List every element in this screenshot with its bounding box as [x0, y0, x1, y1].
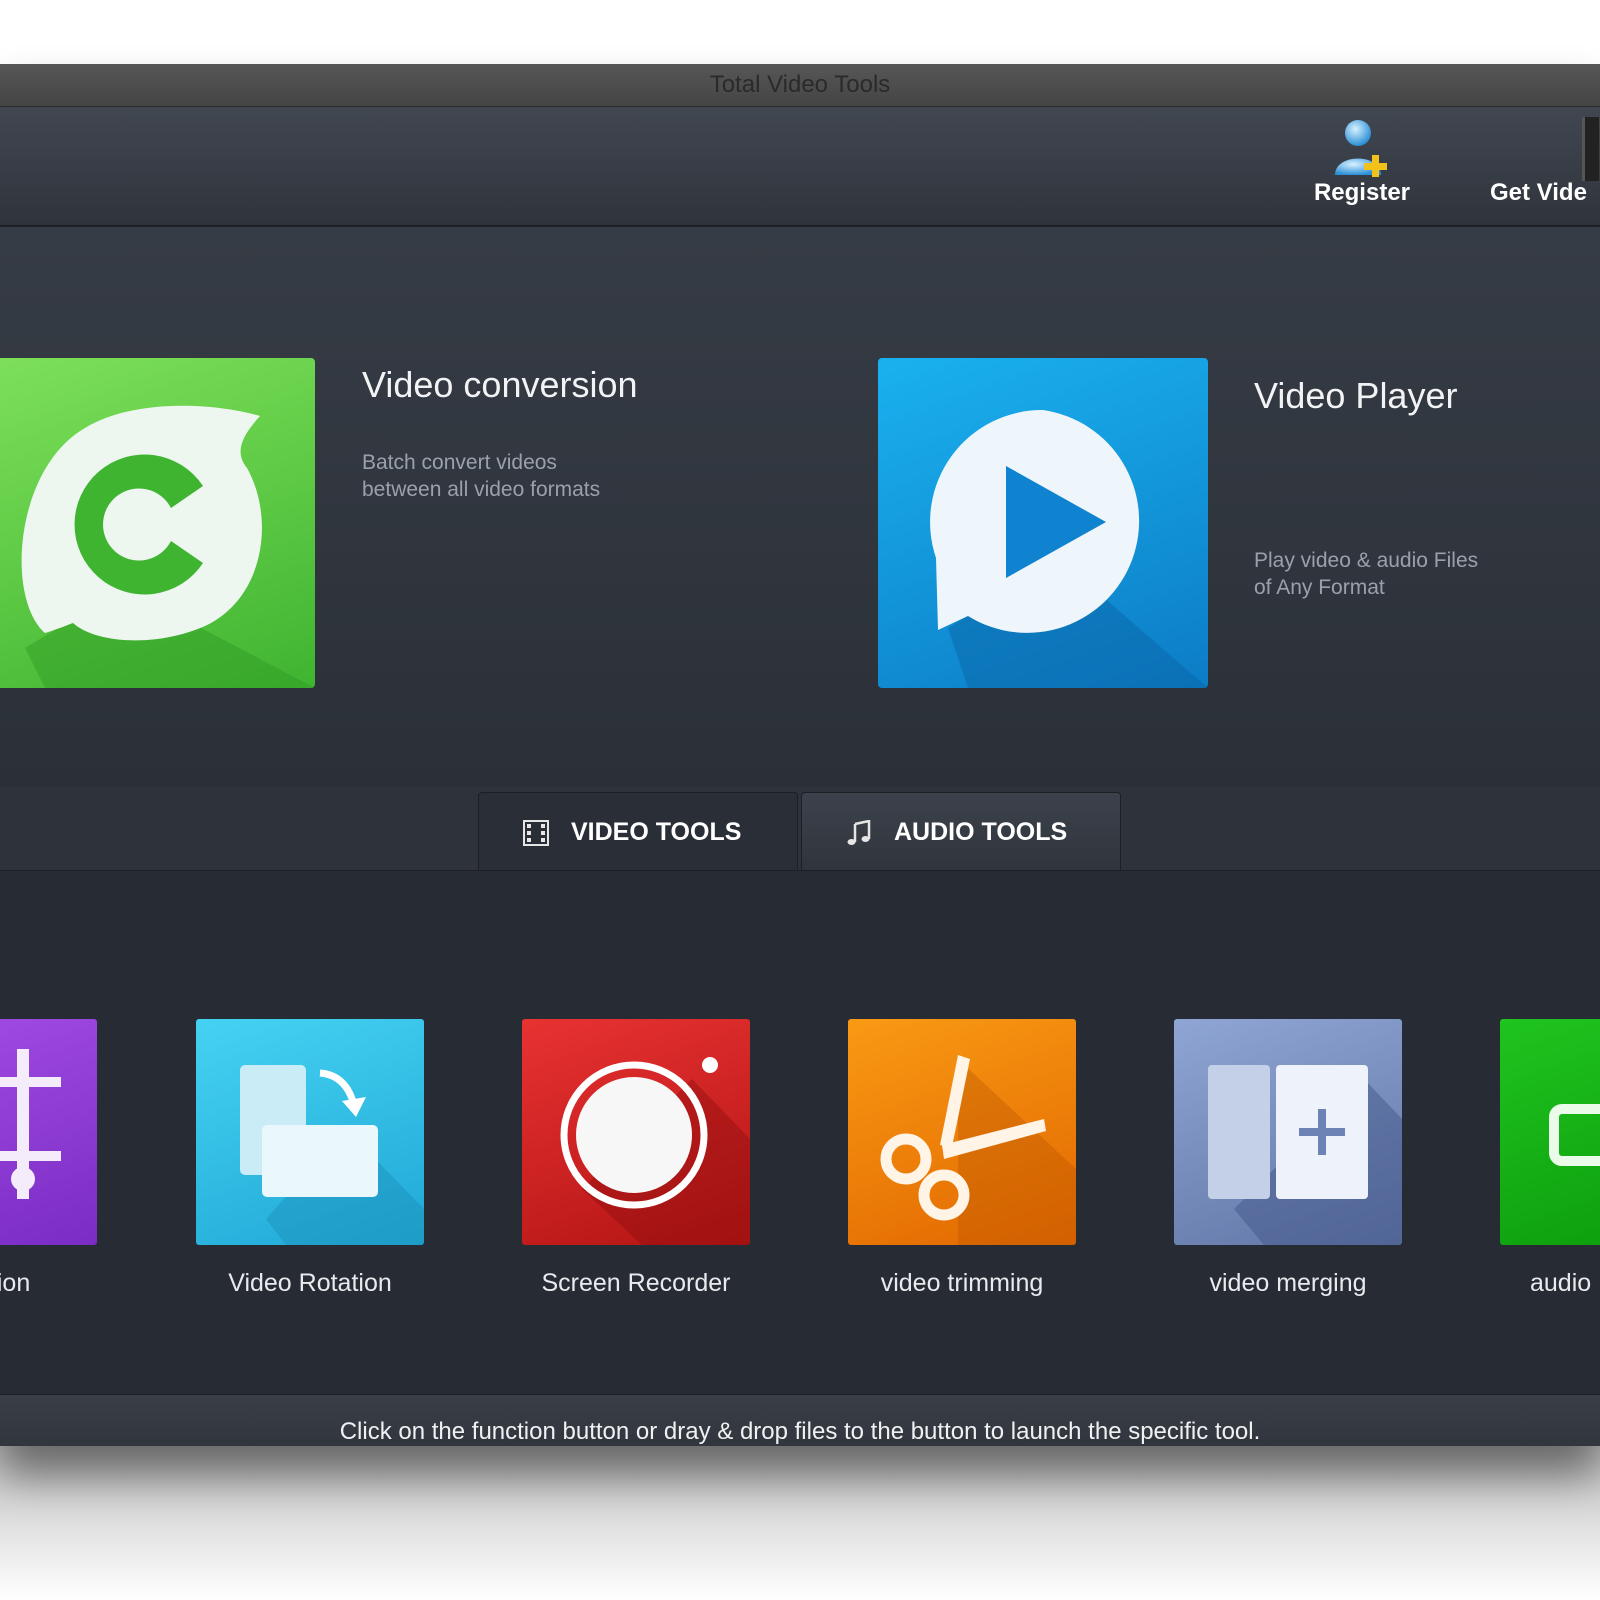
- merge-icon: [1174, 1019, 1402, 1245]
- audio-icon: [1500, 1019, 1600, 1245]
- video-conversion-desc-line2: between all video formats: [362, 478, 601, 501]
- video-conversion-desc-line1: Batch convert videos: [362, 451, 557, 474]
- video-player-title: Video Player: [1254, 375, 1458, 416]
- conversion-c-icon: [21, 405, 315, 688]
- video-conversion-title: Video conversion: [362, 364, 638, 405]
- register-label: Register: [1313, 179, 1411, 206]
- record-icon: [522, 1019, 750, 1245]
- tab-audio-tools[interactable]: AUDIO TOOLS: [801, 792, 1121, 870]
- music-note-icon: [847, 820, 871, 845]
- tool-tabs: VIDEO TOOLS AUDIO TOOLS: [0, 792, 1600, 872]
- window-title: Total Video Tools: [0, 64, 1600, 107]
- status-bar: Click on the function button or dray & d…: [0, 1394, 1600, 1446]
- tool-label: Video Rotation: [228, 1269, 392, 1297]
- get-video-label: Get Vide: [1490, 179, 1587, 206]
- video-player-desc-line2: of Any Format: [1254, 576, 1385, 599]
- film-icon: [523, 820, 549, 846]
- tool-label: video merging: [1209, 1269, 1367, 1297]
- tab-video-tools[interactable]: VIDEO TOOLS: [478, 792, 798, 872]
- tool-label: audio: [1530, 1269, 1592, 1297]
- video-player-desc-line1: Play video & audio Files: [1254, 549, 1479, 572]
- compression-icon: [0, 1019, 97, 1245]
- rotation-icon: [196, 1019, 424, 1245]
- video-conversion-button[interactable]: [0, 358, 315, 688]
- toolbar: Register Get Vide: [0, 107, 1600, 227]
- play-icon: [930, 409, 1208, 688]
- window-shadow: [0, 1446, 1600, 1600]
- tools-panel: pression Video Rotation: [0, 870, 1600, 1446]
- tool-label: Screen Recorder: [541, 1269, 731, 1297]
- tool-label: video trimming: [880, 1269, 1044, 1297]
- get-video-button[interactable]: Get Vide: [1490, 107, 1600, 225]
- tab-audio-tools-label: AUDIO TOOLS: [894, 818, 1068, 846]
- user-add-icon: [1335, 120, 1387, 177]
- tool-label: pression: [0, 1269, 31, 1297]
- film-strip-icon: [1582, 117, 1599, 181]
- app-window: Total Video Tools Register Get Vide Vide…: [0, 64, 1600, 1446]
- tab-video-tools-label: VIDEO TOOLS: [571, 818, 742, 846]
- video-player-button[interactable]: [878, 358, 1208, 688]
- scissors-icon: [848, 1019, 1076, 1245]
- register-button[interactable]: Register: [1300, 107, 1424, 225]
- hero-section: Video conversion Batch convert videos be…: [0, 227, 1600, 787]
